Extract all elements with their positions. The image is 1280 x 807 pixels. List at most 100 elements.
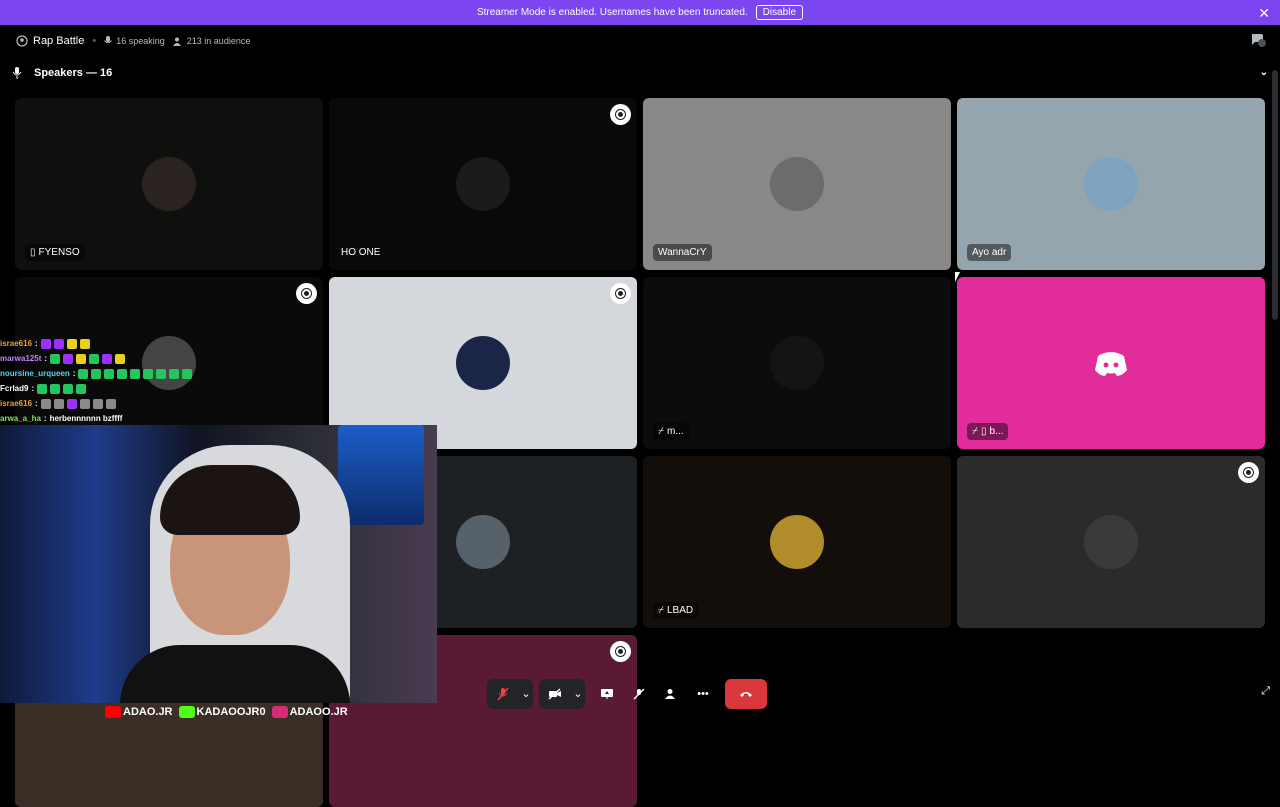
social-handle-label: ADAO.JR <box>123 706 173 718</box>
speaker-avatar <box>1084 157 1138 211</box>
chat-emote-icon <box>41 399 51 409</box>
voice-controls: ⌄ ⌄ ••• <box>487 677 767 710</box>
kick-icon <box>179 706 195 718</box>
chat-message: israe616: <box>0 336 330 351</box>
speakers-section-header[interactable]: Speakers — 16 ⌄ <box>0 60 1280 86</box>
instagram-icon <box>272 706 288 718</box>
chat-emote-icon <box>37 384 47 394</box>
chat-username: noursine_urqueen <box>0 366 70 381</box>
disable-streamer-mode-button[interactable]: Disable <box>756 5 803 20</box>
chat-emote-icon <box>91 369 101 379</box>
chat-emote-icon <box>63 354 73 364</box>
speaker-avatar <box>456 336 510 390</box>
mouse-cursor <box>955 272 960 282</box>
camera-control-group: ⌄ <box>539 679 585 709</box>
speaker-name: WannaCrY <box>658 247 707 258</box>
discord-logo-icon <box>1084 336 1138 390</box>
chat-emote-icon <box>78 369 88 379</box>
scrollbar[interactable] <box>1272 70 1278 320</box>
audience-label: 213 in audience <box>187 36 251 46</box>
chat-emote-icon <box>67 339 77 349</box>
camera-off-icon <box>548 688 562 700</box>
speakers-label: Speakers — 16 <box>34 67 112 79</box>
chat-message: israe616: <box>0 396 330 411</box>
speaker-name-tag: ⌿▯b... <box>967 423 1008 440</box>
speaker-tile[interactable]: ▯FYENSO <box>15 98 323 270</box>
request-to-speak-button[interactable] <box>623 679 655 709</box>
speaker-name-tag: HO ONE <box>339 244 382 261</box>
speaker-avatar <box>1084 515 1138 569</box>
speaker-tile[interactable]: HO ONE <box>329 98 637 270</box>
audience-count: 213 in audience <box>173 36 251 46</box>
jersey-on-wall <box>338 425 424 525</box>
speaker-avatar <box>770 515 824 569</box>
chat-username: arwa_a_ha <box>0 411 41 426</box>
speaker-name: FYENSO <box>39 247 80 258</box>
microphone-muted-icon <box>497 687 509 701</box>
mute-control-group: ⌄ <box>487 679 533 709</box>
mic-options-chevron-icon[interactable]: ⌄ <box>519 679 533 709</box>
chat-text: herbennnnnn bzffff <box>50 411 123 426</box>
chat-emote-icon <box>143 369 153 379</box>
chat-emote-icon <box>54 339 64 349</box>
chat-emote-icon <box>115 354 125 364</box>
streamer-hair <box>160 465 300 535</box>
chat-message: marwa125t: <box>0 351 330 366</box>
speaker-tile[interactable]: Ayo adr <box>957 98 1265 270</box>
speaker-avatar <box>142 157 196 211</box>
mobile-icon: ▯ <box>30 247 36 258</box>
speaker-tile[interactable]: ⌿LBAD <box>643 456 951 628</box>
speaker-tile[interactable] <box>957 456 1265 628</box>
chat-emote-icon <box>169 369 179 379</box>
chat-emote-icon <box>93 399 103 409</box>
mobile-icon: ▯ <box>981 426 987 437</box>
chat-emote-icon <box>67 399 77 409</box>
speaker-name-tag: WannaCrY <box>653 244 712 261</box>
speaker-name-tag: ▯FYENSO <box>25 244 85 261</box>
speaker-name-tag: ⌿m... <box>653 423 689 440</box>
chat-emote-icon <box>80 339 90 349</box>
chat-emote-icon <box>102 354 112 364</box>
camera-options-chevron-icon[interactable]: ⌄ <box>571 679 585 709</box>
banner-message: Streamer Mode is enabled. Usernames have… <box>477 7 748 18</box>
speaker-tile[interactable]: ⌿m... <box>643 277 951 449</box>
speaker-tile[interactable]: ⌿▯b... <box>957 277 1265 449</box>
speaker-tile[interactable] <box>329 277 637 449</box>
chevron-down-icon[interactable]: ⌄ <box>1260 67 1268 78</box>
invite-button[interactable] <box>655 679 687 709</box>
chat-emote-icon <box>130 369 140 379</box>
chat-emote-icon <box>182 369 192 379</box>
mic-slash-icon <box>633 688 645 700</box>
speaker-name: HO ONE <box>341 247 380 258</box>
speaking-label: 16 speaking <box>116 36 165 46</box>
screen-share-button[interactable] <box>591 679 623 709</box>
chat-emote-icon <box>63 384 73 394</box>
stage-header: Rap Battle • 16 speaking 213 in audience <box>0 25 1280 57</box>
leave-stage-button[interactable] <box>725 679 767 709</box>
stage-title: Rap Battle <box>33 35 84 47</box>
chat-message: arwa_a_ha:herbennnnnn bzffff <box>0 411 330 426</box>
person-add-icon <box>665 688 677 700</box>
chat-emote-icon <box>54 399 64 409</box>
fullscreen-icon[interactable]: ⤢ <box>1261 685 1270 698</box>
speaker-name: m... <box>667 426 684 437</box>
chat-icon[interactable] <box>1250 33 1266 47</box>
speaker-tile[interactable]: WannaCrY <box>643 98 951 270</box>
moderator-badge-icon <box>610 641 631 662</box>
more-options-icon[interactable]: ••• <box>687 679 719 709</box>
moderator-badge-icon <box>610 104 631 125</box>
chat-username: marwa125t <box>0 351 41 366</box>
chat-username: israe616 <box>0 396 32 411</box>
separator-dot: • <box>92 35 96 47</box>
speaker-avatar <box>456 515 510 569</box>
camera-toggle-button[interactable] <box>539 679 571 709</box>
stage-icon <box>16 35 28 47</box>
chat-emote-icon <box>89 354 99 364</box>
chat-emote-icon <box>76 384 86 394</box>
streamer-mode-banner: Streamer Mode is enabled. Usernames have… <box>0 0 1280 25</box>
muted-icon: ⌿ <box>658 426 664 437</box>
mute-microphone-button[interactable] <box>487 679 519 709</box>
close-banner-icon[interactable]: ✕ <box>1258 5 1270 22</box>
chat-emote-icon <box>80 399 90 409</box>
muted-icon: ⌿ <box>658 605 664 616</box>
